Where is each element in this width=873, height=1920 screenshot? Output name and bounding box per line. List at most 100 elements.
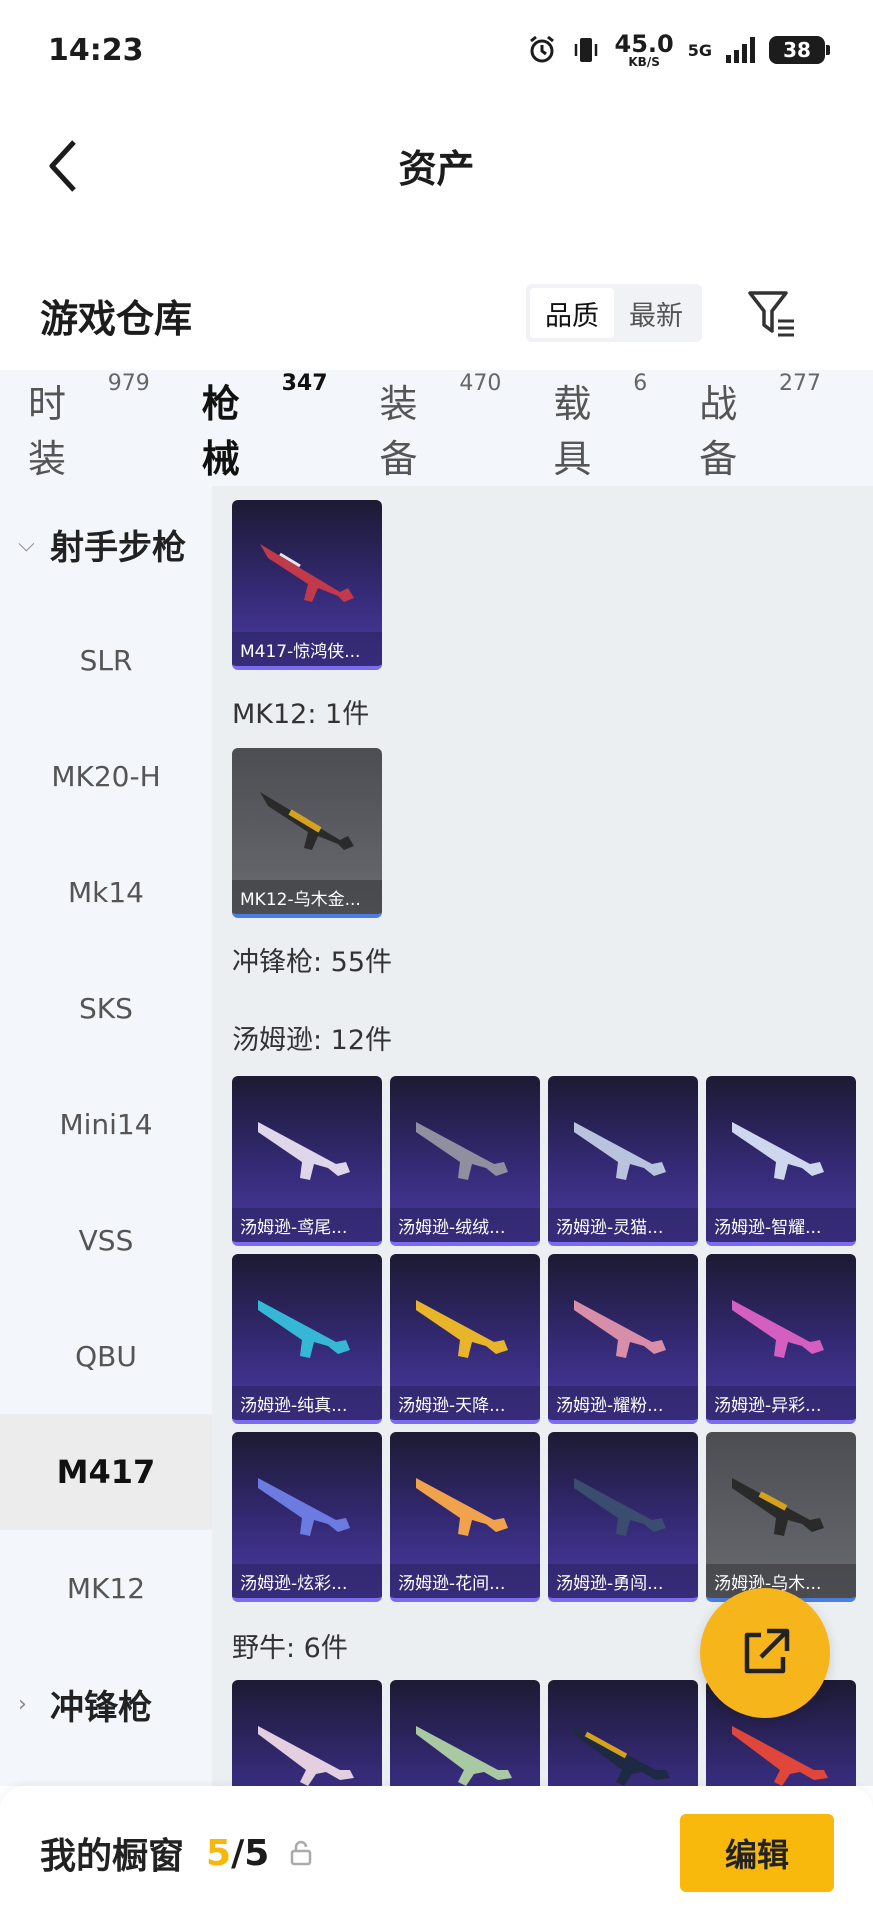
weapon-card[interactable]: 汤姆逊-绒绒...: [390, 1076, 540, 1246]
vibrate-icon: [574, 38, 597, 62]
chevron-right-icon: ›: [18, 1691, 27, 1717]
sort-toggle: 品质 最新: [526, 284, 702, 342]
sidebar-item-qbu[interactable]: QBU: [0, 1298, 212, 1414]
sidebar-group-smg[interactable]: › 冲锋枪: [0, 1646, 212, 1762]
weapon-card[interactable]: 汤姆逊-勇闯...: [548, 1432, 698, 1602]
category-tabs: 时装 979 枪械 347 装备 470 载具 6 战备 277: [0, 370, 873, 503]
tab-vehicles[interactable]: 载具 6: [553, 371, 648, 483]
smg-icon: [732, 1300, 824, 1358]
weapon-card[interactable]: [232, 1680, 382, 1786]
status-time: 14:23: [48, 32, 144, 68]
sort-newest-button[interactable]: 最新: [614, 288, 698, 338]
weapon-card[interactable]: [548, 1680, 698, 1786]
tab-label: 战备: [699, 382, 738, 481]
network-type: 5G: [687, 40, 712, 60]
weapon-card-name: 汤姆逊-花间...: [390, 1564, 540, 1598]
sidebar-item-mini14[interactable]: Mini14: [0, 1066, 212, 1182]
page-title: 资产: [398, 146, 475, 191]
nav-bar: 资产: [0, 110, 873, 220]
weapon-card[interactable]: [390, 1680, 540, 1786]
showcase-label: 我的橱窗: [40, 1836, 185, 1877]
weapon-card[interactable]: 汤姆逊-智耀...: [706, 1076, 856, 1246]
battery-icon: 38: [769, 36, 830, 64]
tab-label: 载具: [553, 382, 592, 481]
status-icons: 45.0 KB/S 5G 38: [527, 32, 830, 68]
smg-icon: [258, 1478, 350, 1536]
weapon-card[interactable]: 汤姆逊-耀粉...: [548, 1254, 698, 1424]
edit-button[interactable]: 编辑: [680, 1814, 834, 1892]
back-button[interactable]: [34, 136, 94, 196]
weapon-card[interactable]: MK12-乌木金...: [232, 748, 382, 918]
section-mk12: MK12: 1件: [232, 699, 370, 730]
sidebar-item-mk20h[interactable]: MK20-H: [0, 718, 212, 834]
smg-icon: [416, 1478, 508, 1536]
sidebar-item-m417[interactable]: M417: [0, 1414, 212, 1530]
weapon-card-name: 汤姆逊-勇闯...: [548, 1564, 698, 1598]
tab-count: 277: [778, 371, 821, 396]
smg-icon: [732, 1478, 824, 1536]
smg-icon: [258, 1122, 350, 1180]
smg-icon: [416, 1122, 508, 1180]
sidebar-group-label: 射手步枪: [50, 527, 186, 568]
sidebar-item-vss[interactable]: VSS: [0, 1182, 212, 1298]
sidebar-group-marksman[interactable]: ⌵ 射手步枪: [0, 486, 212, 602]
filter-button[interactable]: [744, 286, 800, 342]
weapon-card-name: M417-惊鸿侠...: [232, 632, 382, 666]
smg-icon: [416, 1726, 512, 1786]
smg-icon: [574, 1478, 666, 1536]
smg-icon: [416, 1300, 508, 1358]
section-bison: 野牛: 6件: [232, 1633, 348, 1664]
tab-fashion[interactable]: 时装 979: [28, 371, 150, 483]
showcase-count-current: 5: [206, 1832, 232, 1874]
warehouse-title: 游戏仓库: [40, 296, 193, 341]
tab-equipment[interactable]: 装备 470: [379, 371, 502, 483]
weapon-card-name: 汤姆逊-绒绒...: [390, 1208, 540, 1242]
sidebar-item-mk14[interactable]: Mk14: [0, 834, 212, 950]
weapon-card-name: 汤姆逊-纯真...: [232, 1386, 382, 1420]
weapon-card[interactable]: 汤姆逊-纯真...: [232, 1254, 382, 1424]
battery-level: 38: [783, 38, 811, 62]
weapon-card[interactable]: 汤姆逊-天降...: [390, 1254, 540, 1424]
weapon-card[interactable]: 汤姆逊-乌木...: [706, 1432, 856, 1602]
showcase-count-total: 5: [244, 1832, 270, 1874]
smg-icon: [258, 1300, 350, 1358]
chevron-left-icon: [49, 140, 76, 192]
sidebar-item-sks[interactable]: SKS: [0, 950, 212, 1066]
showcase-count-separator: /: [231, 1832, 245, 1874]
weapon-card[interactable]: 汤姆逊-花间...: [390, 1432, 540, 1602]
weapon-card[interactable]: 汤姆逊-异彩...: [706, 1254, 856, 1424]
warehouse-header: 游戏仓库 品质 最新: [0, 270, 873, 360]
weapon-card[interactable]: 汤姆逊-鸢尾...: [232, 1076, 382, 1246]
tab-count: 6: [633, 371, 648, 396]
tab-label: 时装: [28, 382, 67, 481]
signal-icon: [726, 37, 755, 63]
smg-icon: [574, 1726, 670, 1786]
share-button[interactable]: [700, 1588, 830, 1718]
sidebar-item-slr[interactable]: SLR: [0, 602, 212, 718]
tab-count: 347: [281, 371, 328, 396]
weapon-card[interactable]: 汤姆逊-灵猫...: [548, 1076, 698, 1246]
weapon-card-name: MK12-乌木金...: [232, 880, 382, 914]
tab-label: 枪械: [201, 382, 240, 481]
weapon-card-name: 汤姆逊-异彩...: [706, 1386, 856, 1420]
smg-icon: [732, 1122, 824, 1180]
smg-icon: [574, 1122, 666, 1180]
share-external-icon: [744, 1628, 790, 1674]
rifle-icon: [260, 792, 354, 850]
section-smg: 冲锋枪: 55件: [232, 947, 393, 978]
sidebar-group-label: 冲锋枪: [50, 1687, 152, 1728]
tab-supplies[interactable]: 战备 277: [699, 371, 821, 483]
chevron-down-icon: ⌵: [18, 531, 35, 557]
sort-quality-button[interactable]: 品质: [530, 288, 614, 338]
weapon-card[interactable]: M417-惊鸿侠...: [232, 500, 382, 670]
weapon-sidebar: ⌵ 射手步枪 SLR MK20-H Mk14 SKS Mini14 VSS QB…: [0, 486, 212, 1786]
tab-guns[interactable]: 枪械 347: [201, 371, 328, 503]
weapon-card-name: 汤姆逊-炫彩...: [232, 1564, 382, 1598]
weapon-card[interactable]: 汤姆逊-炫彩...: [232, 1432, 382, 1602]
tab-label: 装备: [379, 382, 418, 481]
weapon-card-name: 汤姆逊-耀粉...: [548, 1386, 698, 1420]
smg-icon: [732, 1726, 828, 1786]
weapon-card-name: 汤姆逊-灵猫...: [548, 1208, 698, 1242]
lock-icon: [291, 1840, 312, 1866]
sidebar-item-mk12[interactable]: MK12: [0, 1530, 212, 1646]
